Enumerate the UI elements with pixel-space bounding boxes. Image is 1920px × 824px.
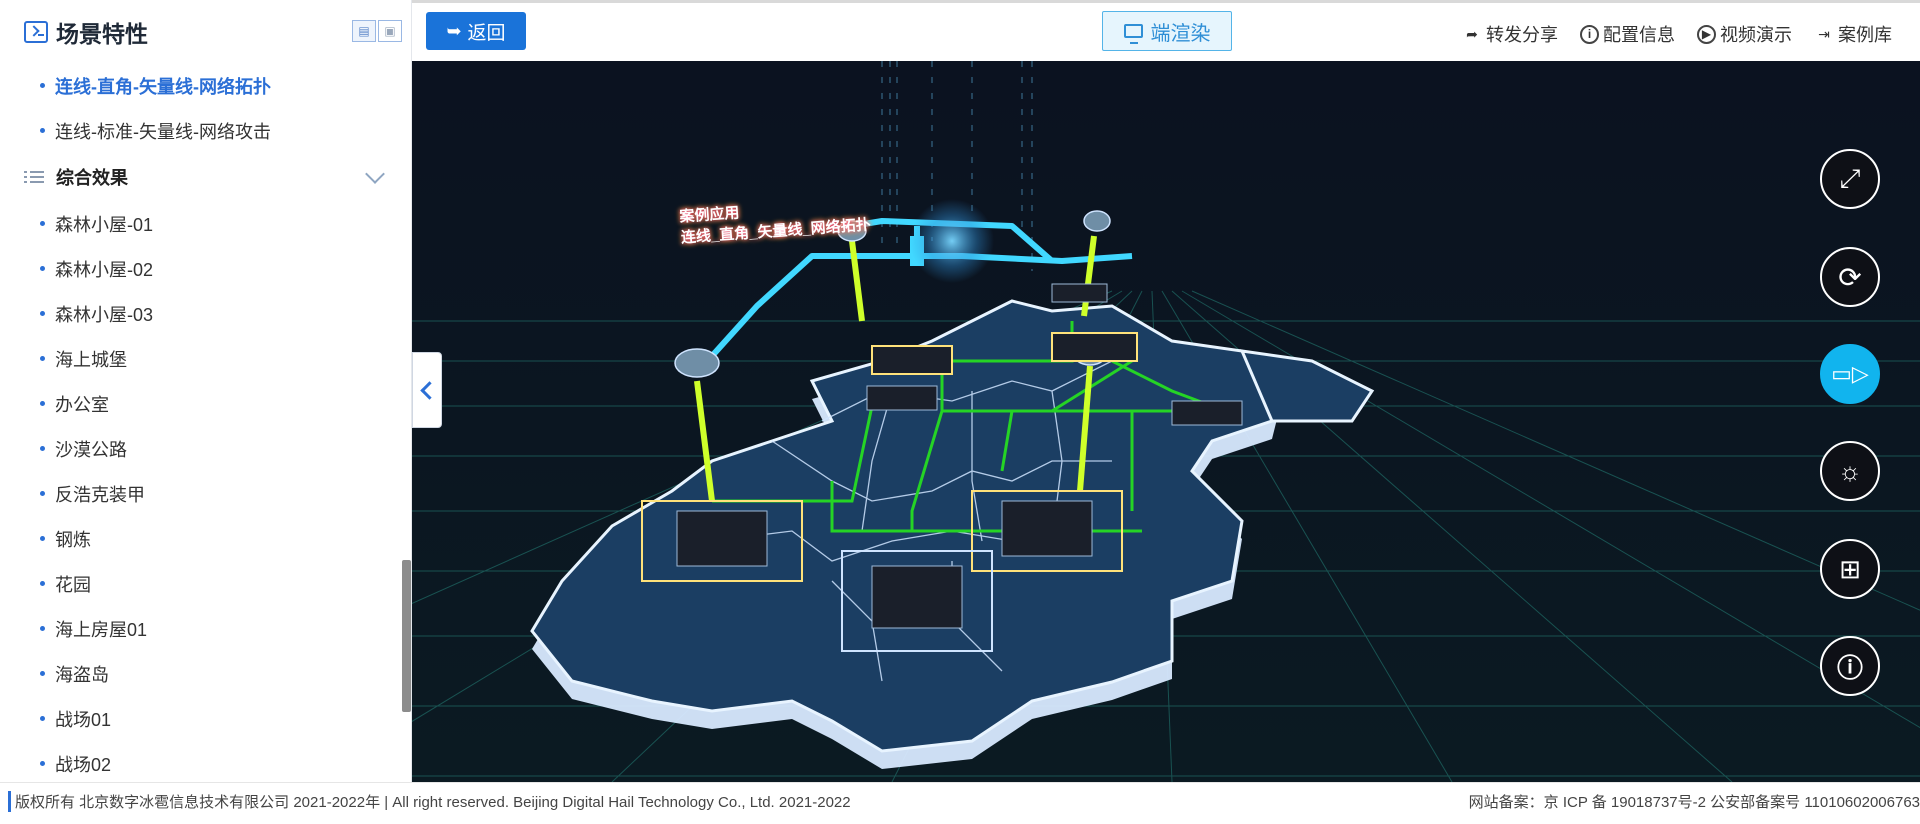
list-item-label: 反浩克装甲 [55,484,145,505]
list-item-label: 连线-标准-矢量线-网络攻击 [55,121,271,142]
sidebar-header: 场景特性 ▤ ▣ [0,0,411,63]
share-icon: ➦ [1466,25,1478,42]
network-topology-scene [412,61,1920,782]
list-item-label: 海上城堡 [55,349,127,370]
list-item-label: 花园 [55,574,91,595]
list-item[interactable]: 办公室 [0,381,411,426]
bullet-icon [40,491,45,496]
info-icon: ⓘ [1836,652,1863,683]
list-item-label: 森林小屋-01 [55,214,154,235]
list-item-label: 森林小屋-02 [55,259,154,280]
scene-list: 连线-直角-矢量线-网络拓扑 连线-标准-矢量线-网络攻击 综合效果 森林小屋-… [0,63,411,782]
group-comprehensive-effects[interactable]: 综合效果 [0,153,411,201]
list-item-label: 海盗岛 [55,664,109,685]
render-mode-button[interactable]: 端渲染 [1102,11,1232,51]
config-info-link[interactable]: i 配置信息 [1580,21,1675,47]
list-item[interactable]: 钢炼 [0,516,411,561]
footer: 版权所有 北京数字冰雹信息技术有限公司 2021-2022年 | All rig… [0,782,1920,824]
camera-icon: ▭▷ [1831,361,1869,386]
list-item-network-topology[interactable]: 连线-直角-矢量线-网络拓扑 [0,63,411,108]
group-label: 综合效果 [56,168,128,188]
sidebar-scrollbar[interactable] [402,560,411,712]
play-icon: ▶ [1697,24,1716,44]
bullet-icon [40,446,45,451]
rotate-button[interactable]: ⟳ [1820,247,1880,307]
list-item[interactable]: 森林小屋-02 [0,246,411,291]
bullet-icon [40,581,45,586]
monitor-icon [1123,24,1143,44]
fullscreen-icon: ⤢ [1839,163,1861,193]
bullet-icon [40,128,45,133]
rotate-icon: ⟳ [1838,261,1862,293]
bullet-icon [40,356,45,361]
list-item-label: 海上房屋01 [55,619,148,640]
collapse-sidebar-button[interactable] [412,352,442,428]
sidebar-title: 场景特性 [56,20,148,47]
back-button-label: 返回 [467,22,506,44]
list-item[interactable]: 战场02 [0,741,411,782]
list-item-network-attack[interactable]: 连线-标准-矢量线-网络攻击 [0,108,411,153]
case-library-label: 案例库 [1838,25,1892,45]
bullet-icon [40,671,45,676]
info-button[interactable]: ⓘ [1820,636,1880,696]
list-item-label: 钢炼 [55,529,91,550]
icp-text: 网站备案：京 ICP 备 19018737号-2 公安部备案号 11010602… [1468,794,1920,811]
weather-button[interactable]: ☼ [1820,441,1880,501]
list-item-label: 森林小屋-03 [55,304,154,325]
bullet-icon [40,83,45,88]
list-item[interactable]: 战场01 [0,696,411,741]
info-icon: i [1580,24,1599,44]
bullet-icon [40,266,45,271]
list-item-label: 战场01 [55,709,112,730]
bullet-icon [40,311,45,316]
list-item[interactable]: 森林小屋-01 [0,201,411,246]
back-button[interactable]: ➥ 返回 [426,12,526,50]
list-view-icon[interactable]: ▤ [352,20,376,42]
video-demo-link[interactable]: ▶ 视频演示 [1697,21,1792,47]
list-icon [24,169,44,185]
image-view-icon[interactable]: ▣ [378,20,402,42]
scene-viewport[interactable]: 案例应用 连线_直角_矢量线_网络拓扑 ⤢ ⟳ ▭▷ ☼ ⊞ ⓘ [412,61,1920,782]
grid-button[interactable]: ⊞ [1820,539,1880,599]
list-item[interactable]: 森林小屋-03 [0,291,411,336]
bullet-icon [40,626,45,631]
bullet-icon [40,716,45,721]
list-item[interactable]: 海上房屋01 [0,606,411,651]
grid-icon: ⊞ [1839,553,1861,584]
list-item[interactable]: 反浩克装甲 [0,471,411,516]
list-item[interactable]: 花园 [0,561,411,606]
bullet-icon [40,536,45,541]
exit-icon: ⇥ [1818,25,1830,42]
camera-button[interactable]: ▭▷ [1820,344,1880,404]
list-item-label: 办公室 [55,394,109,415]
weather-icon: ☼ [1838,455,1862,486]
list-item[interactable]: 海上城堡 [0,336,411,381]
list-item[interactable]: 海盗岛 [0,651,411,696]
case-library-link[interactable]: ⇥ 案例库 [1814,21,1892,47]
terminal-icon [24,20,48,43]
list-item-label: 战场02 [55,754,112,775]
list-item-label: 沙漠公路 [55,439,127,460]
video-demo-label: 视频演示 [1720,25,1792,45]
chevron-down-icon[interactable] [365,164,385,184]
top-links: ➦ 转发分享 i 配置信息 ▶ 视频演示 ⇥ 案例库 [1462,21,1892,47]
chevron-left-icon [420,380,439,400]
top-toolbar: ➥ 返回 端渲染 ➦ 转发分享 i 配置信息 ▶ 视频演示 ⇥ 案例库 [412,0,1920,61]
list-item[interactable]: 沙漠公路 [0,426,411,471]
share-link[interactable]: ➦ 转发分享 [1462,21,1558,47]
render-mode-label: 端渲染 [1150,22,1211,45]
fullscreen-button[interactable]: ⤢ [1820,149,1880,209]
back-arrow-icon: ➥ [446,20,462,41]
list-item-label: 连线-直角-矢量线-网络拓扑 [55,76,271,97]
bullet-icon [40,401,45,406]
bullet-icon [40,761,45,766]
copyright-text: 版权所有 北京数字冰雹信息技术有限公司 2021-2022年 | All rig… [8,791,851,812]
sidebar: 场景特性 ▤ ▣ 连线-直角-矢量线-网络拓扑 连线-标准-矢量线-网络攻击 综… [0,0,412,782]
config-info-label: 配置信息 [1603,25,1675,45]
share-label: 转发分享 [1486,25,1558,45]
bullet-icon [40,221,45,226]
